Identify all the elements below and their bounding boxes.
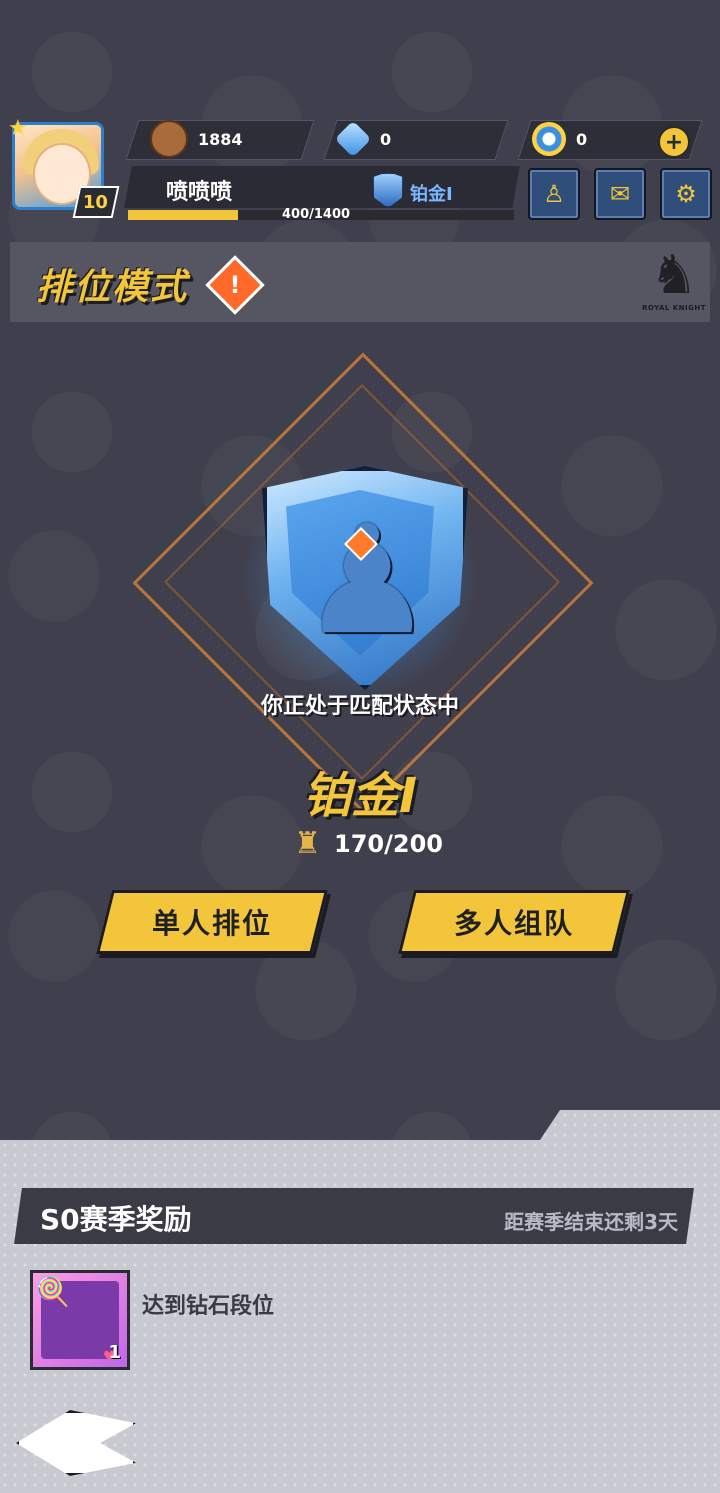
warning-icon: ! bbox=[229, 271, 241, 299]
trophy-value: 170/200 bbox=[334, 830, 443, 858]
team-up-label: 多人组队 bbox=[453, 907, 574, 940]
diamond-icon bbox=[334, 120, 372, 158]
season-title: S0赛季奖励 bbox=[40, 1203, 192, 1236]
reward-condition: 达到钻石段位 bbox=[142, 1294, 275, 1319]
player-level-badge: 10 bbox=[72, 186, 120, 218]
mode-title: 排位模式 bbox=[36, 267, 189, 308]
tokens-value: 0 bbox=[576, 129, 588, 149]
friends-button[interactable]: ♙ bbox=[528, 168, 580, 220]
diamonds-value: 0 bbox=[380, 129, 392, 149]
player-rank-label: 铂金I bbox=[410, 184, 453, 205]
reward-count: 1 bbox=[108, 1342, 121, 1363]
season-remaining-time: 距赛季结束还剩3天 bbox=[504, 1210, 678, 1234]
xp-progress-fill bbox=[128, 210, 239, 220]
player-level: 10 bbox=[83, 191, 109, 213]
resource-tokens: 0 bbox=[532, 120, 587, 158]
star-icon: ★ bbox=[8, 116, 28, 141]
potato-coin-icon bbox=[150, 120, 188, 158]
lollipop-icon: 🍭 bbox=[35, 1275, 70, 1308]
rank-name: 铂金I bbox=[303, 768, 417, 824]
solo-ranked-button[interactable]: 单人排位 bbox=[96, 890, 328, 954]
gear-icon: ⚙ bbox=[675, 180, 697, 208]
settings-button[interactable]: ⚙ bbox=[660, 168, 712, 220]
knight-icon: ♞ bbox=[649, 243, 699, 306]
logo-caption: ROYAL KNIGHT bbox=[641, 304, 707, 312]
mail-icon: ✉ bbox=[609, 180, 631, 208]
resource-coins: 1884 bbox=[150, 120, 243, 158]
pawn-icon: ♟ bbox=[300, 494, 435, 668]
resource-diamonds: 0 bbox=[334, 120, 392, 158]
ring-token-icon bbox=[532, 122, 566, 156]
matching-status-text: 你正处于匹配状态中 bbox=[260, 694, 459, 719]
coins-value: 1884 bbox=[198, 129, 243, 149]
royal-knight-logo: ♞ ROYAL KNIGHT bbox=[640, 246, 708, 318]
player-name: 喷喷喷 bbox=[166, 180, 233, 205]
trophy-progress: ♜ 170/200 bbox=[294, 826, 443, 862]
mail-button[interactable]: ✉ bbox=[594, 168, 646, 220]
reward-item[interactable]: 🍭 ♥ 1 bbox=[30, 1270, 130, 1370]
trophy-icon: ♜ bbox=[294, 826, 321, 861]
add-currency-button[interactable]: + bbox=[658, 126, 690, 158]
solo-ranked-label: 单人排位 bbox=[151, 907, 272, 940]
friends-icon: ♙ bbox=[543, 180, 565, 208]
team-up-button[interactable]: 多人组队 bbox=[398, 890, 630, 954]
xp-progress-text: 400/1400 bbox=[282, 207, 351, 222]
